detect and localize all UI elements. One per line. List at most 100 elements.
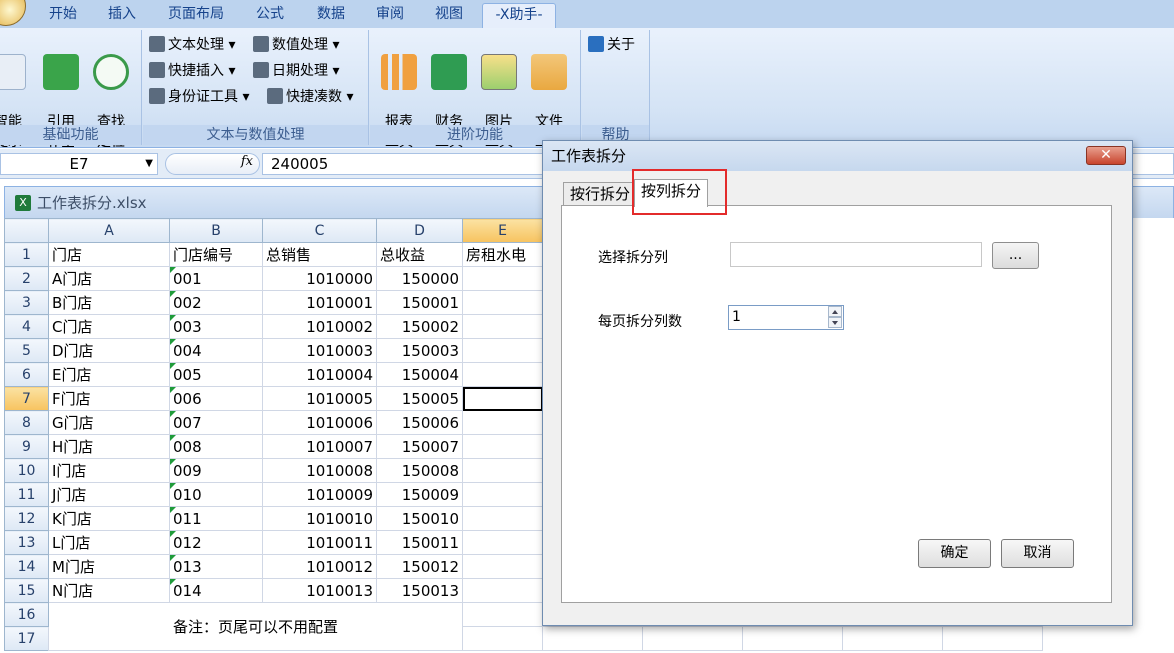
sheet-cell[interactable]: 150012	[376, 554, 463, 579]
sheet-cell[interactable]	[462, 530, 543, 555]
tab-insert[interactable]: 插入	[96, 3, 148, 28]
id-card-tool-button[interactable]: 身份证工具 ▾	[149, 86, 249, 108]
sheet-cell[interactable]	[462, 434, 543, 459]
row-header[interactable]: 1	[4, 242, 49, 267]
sheet-cell[interactable]: 002	[169, 290, 263, 315]
sheet-cell[interactable]: 1010008	[262, 458, 377, 483]
sheet-cell[interactable]: 门店编号	[169, 242, 263, 267]
sheet-cell[interactable]: N门店	[48, 578, 170, 603]
sheet-cell[interactable]: 150010	[376, 506, 463, 531]
sheet-cell[interactable]: 1010010	[262, 506, 377, 531]
note-cell[interactable]: 备注：页尾可以不用配置	[48, 602, 463, 651]
row-header[interactable]: 17	[4, 626, 49, 651]
sheet-cell[interactable]	[462, 626, 543, 651]
sheet-cell[interactable]: 1010009	[262, 482, 377, 507]
row-header[interactable]: 14	[4, 554, 49, 579]
tab-page-layout[interactable]: 页面布局	[158, 3, 234, 28]
sheet-cell[interactable]: L门店	[48, 530, 170, 555]
number-process-button[interactable]: 数值处理 ▾	[253, 34, 339, 56]
column-header[interactable]: B	[169, 218, 263, 243]
sheet-cell[interactable]: 014	[169, 578, 263, 603]
ok-button[interactable]: 确定	[918, 539, 991, 568]
sheet-cell[interactable]: I门店	[48, 458, 170, 483]
column-header[interactable]: A	[48, 218, 170, 243]
sheet-cell[interactable]: 010	[169, 482, 263, 507]
sheet-cell[interactable]: 150011	[376, 530, 463, 555]
sheet-cell[interactable]: 150000	[376, 266, 463, 291]
row-header[interactable]: 6	[4, 362, 49, 387]
row-header[interactable]: 15	[4, 578, 49, 603]
row-header[interactable]: 16	[4, 602, 49, 627]
sheet-cell[interactable]	[462, 386, 543, 411]
sheet-cell[interactable]	[462, 290, 543, 315]
date-process-button[interactable]: 日期处理 ▾	[253, 60, 339, 82]
sheet-cell[interactable]: 总销售	[262, 242, 377, 267]
sheet-cell[interactable]: 1010003	[262, 338, 377, 363]
sheet-cell[interactable]: F门店	[48, 386, 170, 411]
sheet-cell[interactable]: K门店	[48, 506, 170, 531]
tab-split-by-row[interactable]: 按行拆分	[563, 182, 638, 206]
row-header[interactable]: 11	[4, 482, 49, 507]
sheet-cell[interactable]: 150009	[376, 482, 463, 507]
sheet-cell[interactable]: 007	[169, 410, 263, 435]
sheet-cell[interactable]	[742, 626, 843, 651]
sheet-cell[interactable]	[462, 578, 543, 603]
columns-per-page-stepper[interactable]: 1	[728, 305, 844, 330]
column-header[interactable]: E	[462, 218, 543, 243]
sheet-cell[interactable]: H门店	[48, 434, 170, 459]
sheet-cell[interactable]: E门店	[48, 362, 170, 387]
sheet-cell[interactable]	[642, 626, 743, 651]
sheet-cell[interactable]: 150008	[376, 458, 463, 483]
sheet-cell[interactable]: A门店	[48, 266, 170, 291]
close-icon[interactable]: ✕	[1086, 146, 1126, 165]
column-header[interactable]: C	[262, 218, 377, 243]
sheet-cell[interactable]: 004	[169, 338, 263, 363]
sheet-cell[interactable]	[462, 554, 543, 579]
sheet-cell[interactable]: 150002	[376, 314, 463, 339]
tab-data[interactable]: 数据	[306, 3, 356, 28]
sheet-cell[interactable]: 150004	[376, 362, 463, 387]
sheet-cell[interactable]	[842, 626, 943, 651]
sheet-cell[interactable]: 150006	[376, 410, 463, 435]
row-header[interactable]: 5	[4, 338, 49, 363]
sheet-cell[interactable]: 1010004	[262, 362, 377, 387]
sheet-cell[interactable]: 150001	[376, 290, 463, 315]
row-header[interactable]: 13	[4, 530, 49, 555]
sheet-cell[interactable]: 011	[169, 506, 263, 531]
sheet-cell[interactable]	[542, 626, 643, 651]
sheet-cell[interactable]: M门店	[48, 554, 170, 579]
sheet-cell[interactable]: 1010001	[262, 290, 377, 315]
sheet-cell[interactable]: J门店	[48, 482, 170, 507]
sheet-cell[interactable]	[462, 338, 543, 363]
sheet-cell[interactable]: 1010002	[262, 314, 377, 339]
sheet-cell[interactable]	[462, 362, 543, 387]
chevron-down-icon[interactable]: ▼	[145, 154, 153, 174]
sheet-cell[interactable]: 1010005	[262, 386, 377, 411]
split-column-input[interactable]	[730, 242, 982, 267]
row-header[interactable]: 4	[4, 314, 49, 339]
quick-insert-button[interactable]: 快捷插入 ▾	[149, 60, 235, 82]
sheet-cell[interactable]: 门店	[48, 242, 170, 267]
tab-x-helper[interactable]: -X助手-	[482, 3, 556, 28]
sheet-cell[interactable]: 总收益	[376, 242, 463, 267]
sheet-cell[interactable]: 001	[169, 266, 263, 291]
sheet-cell[interactable]	[462, 266, 543, 291]
tab-formulas[interactable]: 公式	[245, 3, 295, 28]
sheet-cell[interactable]: 150003	[376, 338, 463, 363]
insert-function-button[interactable]: fx	[165, 153, 260, 175]
row-header[interactable]: 10	[4, 458, 49, 483]
text-process-button[interactable]: 文本处理 ▾	[149, 34, 235, 56]
browse-button[interactable]: ...	[992, 242, 1039, 269]
sheet-cell[interactable]: 150013	[376, 578, 463, 603]
sheet-cell[interactable]	[462, 314, 543, 339]
sheet-cell[interactable]: 150007	[376, 434, 463, 459]
row-header[interactable]: 2	[4, 266, 49, 291]
sheet-cell[interactable]	[462, 506, 543, 531]
sheet-cell[interactable]: 012	[169, 530, 263, 555]
row-header[interactable]: 8	[4, 410, 49, 435]
sheet-cell[interactable]: 1010006	[262, 410, 377, 435]
sheet-cell[interactable]	[942, 626, 1043, 651]
spin-up-icon[interactable]	[828, 306, 842, 317]
sheet-cell[interactable]: G门店	[48, 410, 170, 435]
tab-view[interactable]: 视图	[424, 3, 474, 28]
